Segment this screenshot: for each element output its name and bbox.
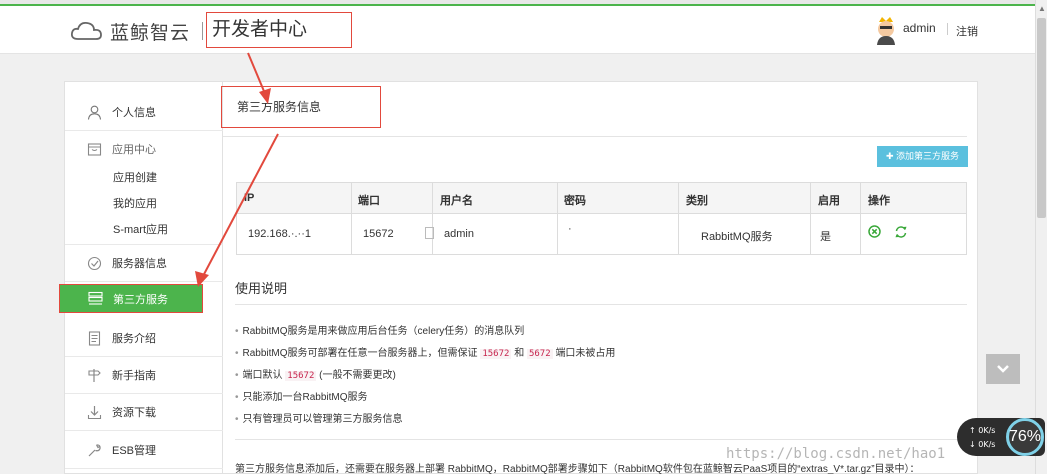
column-header-enabled: 启用 [818,195,840,207]
column-header-port: 端口 [358,195,380,207]
sidebar-item-label: 资源下载 [112,407,156,419]
network-speed-widget[interactable]: ↑ 0K/s ↓ 0K/s 76% [957,418,1045,456]
cloud-icon [70,21,102,40]
sidebar-subitem-my-apps[interactable]: 我的应用 [113,195,157,211]
sidebar-item-label: 服务介绍 [112,333,156,345]
port-stepper[interactable] [425,227,434,239]
sidebar-group-title: 应用中心 [87,141,156,157]
sidebar-item-label: 个人信息 [112,107,156,119]
server-icon [88,291,103,305]
usage-item: • 只有管理员可以管理第三方服务信息 [235,414,403,425]
sidebar-subitem-smart-apps[interactable]: S-mart应用 [113,221,168,237]
cell-port: 15672 [363,228,394,240]
brand-logo[interactable]: 蓝鲸智云 [70,16,204,46]
user-name[interactable]: admin [903,21,936,35]
avatar[interactable] [872,15,900,45]
column-header-ip: IP [244,192,255,204]
sidebar-item-profile[interactable]: 个人信息 [65,94,223,131]
watermark: https://blog.csdn.net/hao1 [726,446,946,462]
download-icon [87,405,102,419]
add-third-party-button[interactable]: ✚ 添加第三方服务 [877,146,968,167]
signpost-icon [88,368,101,382]
deploy-note: 第三方服务信息添加后，还需要在服务器上部署 RabbitMQ，RabbitMQ部… [235,464,920,474]
page-scrollbar[interactable]: ▲ [1035,0,1047,474]
plus-icon: ✚ [885,151,894,161]
sidebar-item-third-party[interactable]: 第三方服务 [59,284,203,313]
column-divider [351,183,352,254]
cell-ip: 192.168.·.··1 [248,228,311,240]
column-header-username: 用户名 [440,195,473,207]
logout-link[interactable]: 注销 [956,23,978,39]
sidebar: 个人信息 应用中心 应用创建 我的应用 S-mart应用 服务器信息 第三方服务… [59,82,223,474]
column-header-category: 类别 [686,195,708,207]
cell-password: · [568,223,572,235]
divider [235,304,967,305]
main-panel: 个人信息 应用中心 应用创建 我的应用 S-mart应用 服务器信息 第三方服务… [59,81,979,474]
divider [223,136,967,137]
sidebar-item-downloads[interactable]: 资源下载 [65,394,223,431]
sidebar-item-label: 第三方服务 [113,293,168,306]
sidebar-item-label: 新手指南 [112,370,156,382]
box-icon [87,142,102,156]
scroll-up-icon[interactable]: ▲ [1038,4,1046,13]
refresh-icon[interactable] [894,225,908,239]
sidebar-subitem-create-app[interactable]: 应用创建 [113,169,157,185]
header: 蓝鲸智云 开发者中心 admin 注销 [0,6,1035,54]
page-subtitle: 开发者中心 [206,12,352,48]
scroll-thumb[interactable] [1037,18,1046,218]
sidebar-item-servers[interactable]: 服务器信息 [65,245,223,282]
sidebar-item-service-intro[interactable]: 服务介绍 [65,320,223,357]
cell-enabled: 是 [820,231,831,243]
usage-percent: 76% [1006,418,1044,456]
cell-category: RabbitMQ服务 [701,231,773,243]
page-title: 第三方服务信息 [221,86,381,128]
upload-speed: ↑ 0K/s [969,426,996,435]
column-divider [557,183,558,254]
document-icon [88,330,101,346]
column-header-actions: 操作 [868,195,890,207]
column-divider [432,183,433,254]
column-divider [678,183,679,254]
user-icon [87,105,102,120]
check-circle-icon [87,256,102,270]
usage-item: • RabbitMQ服务是用来做应用后台任务（celery任务）的消息队列 [235,326,525,337]
sidebar-item-label: 服务器信息 [112,258,167,270]
sidebar-item-guide[interactable]: 新手指南 [65,357,223,394]
content-area: 第三方服务信息 ✚ 添加第三方服务 IP 端口 用户名 密码 类别 启用 操作 … [221,82,979,474]
divider [235,439,967,440]
chevron-down-icon [997,365,1009,373]
usage-item: • 端口默认 15672 (一般不需要更改) [235,370,396,381]
sidebar-group-apps: 应用中心 应用创建 我的应用 S-mart应用 [65,131,223,245]
wrench-icon [88,443,101,456]
usage-item: • 只能添加一台RabbitMQ服务 [235,392,368,403]
sidebar-item-esb[interactable]: ESB管理 [65,432,223,469]
column-divider [810,183,811,254]
column-header-password: 密码 [564,195,586,207]
user-separator [947,23,948,35]
column-divider [860,183,861,254]
table-header: IP 端口 用户名 密码 类别 启用 操作 [237,183,966,214]
download-speed: ↓ 0K/s [969,440,996,449]
services-table: IP 端口 用户名 密码 类别 启用 操作 192.168.·.··1 1567… [236,182,967,255]
cell-username: admin [444,228,474,240]
usage-title: 使用说明 [235,281,288,296]
brand-separator [202,22,204,40]
sidebar-item-label: ESB管理 [112,445,157,457]
brand-name: 蓝鲸智云 [110,22,191,44]
scroll-down-button[interactable] [986,354,1020,384]
usage-item: • RabbitMQ服务可部署在任意一台服务器上，但需保证 15672 和 567… [235,348,616,359]
delete-icon[interactable] [868,225,881,238]
